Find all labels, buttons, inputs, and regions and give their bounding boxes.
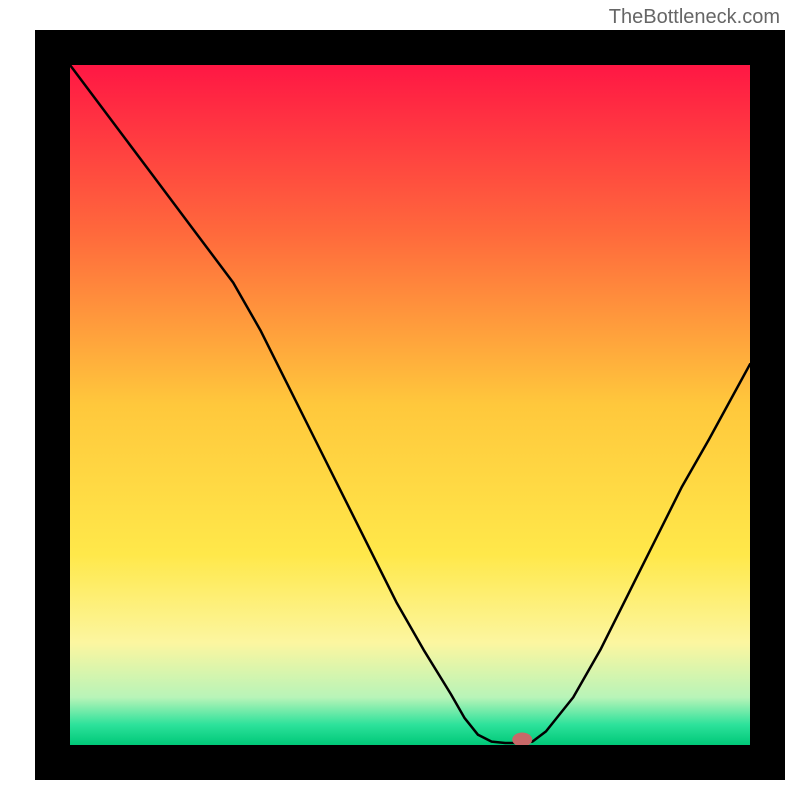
bottleneck-chart	[0, 0, 800, 800]
chart-frame-top	[35, 30, 785, 65]
chart-frame-right	[750, 30, 785, 780]
optimal-point-marker	[512, 733, 532, 747]
chart-frame-left	[35, 30, 70, 780]
chart-frame-bottom	[35, 745, 785, 780]
watermark-text: TheBottleneck.com	[609, 6, 780, 29]
gradient-background	[70, 65, 750, 745]
